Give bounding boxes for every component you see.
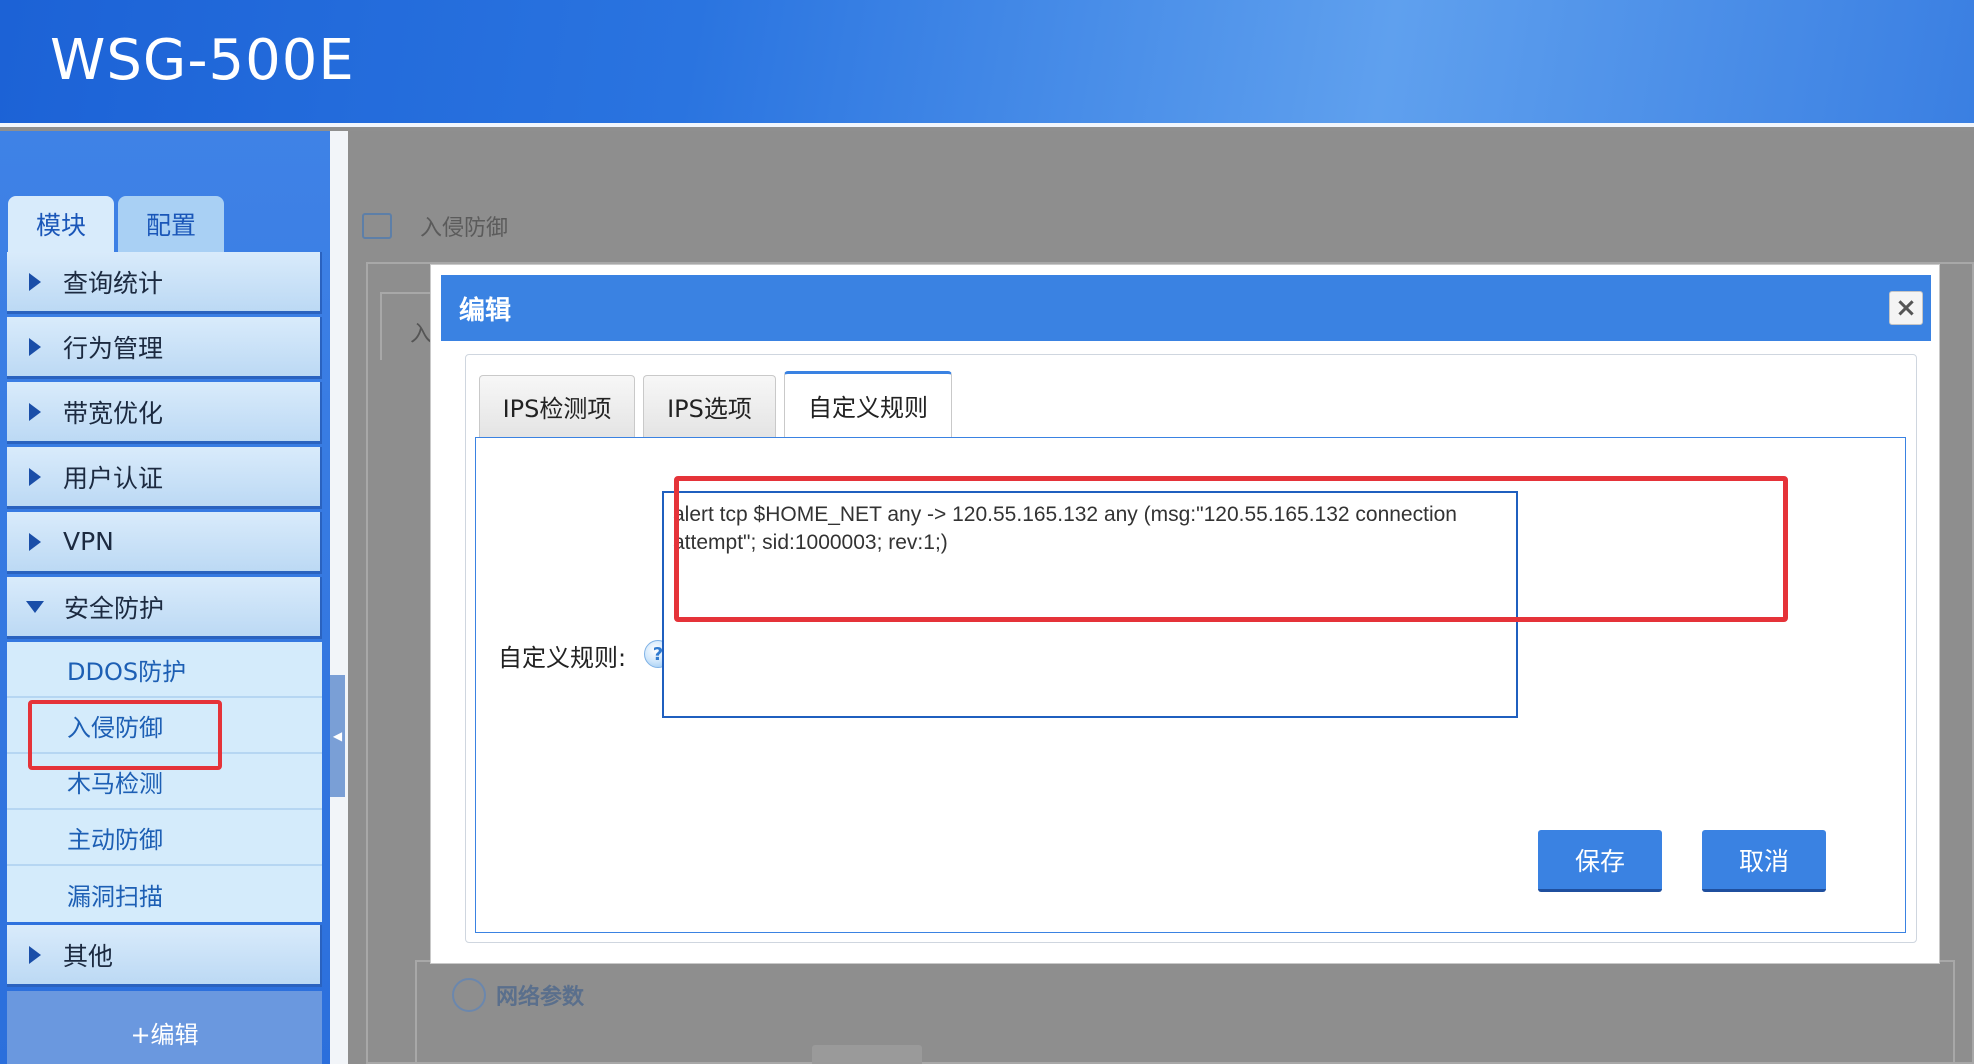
section-title-label: 网络参数 [496,985,585,1010]
expand-arrow-icon [29,532,41,551]
sidebar-tab-config[interactable]: 配置 [118,196,224,252]
dialog-header: 编辑 × [441,275,1931,341]
tab-panel-custom-rules: 自定义规则: ? alert tcp $HOME_NET any -> 120.… [475,437,1906,933]
shield-check-icon [362,213,392,239]
collapse-sidebar-handle[interactable]: ◀ [330,675,345,797]
sidebar-item-bandwidth[interactable]: 带宽优化 [7,382,322,444]
sidebar-subitem-ips[interactable]: 入侵防御 [7,698,322,770]
sidebar-item-label: 行为管理 [63,333,164,363]
sidebar-item-vpn[interactable]: VPN [7,512,322,574]
sidebar-item-label: 用户认证 [63,463,164,493]
sidebar-subitem-vuln-scan[interactable]: 漏洞扫描 [7,866,322,922]
sidebar-splitter [330,131,348,1064]
breadcrumb-label: 入侵防御 [420,216,509,241]
expand-arrow-icon [29,467,41,486]
sidebar-item-behavior[interactable]: 行为管理 [7,317,322,379]
product-logo: WSG-500E [50,28,355,93]
sidebar-subitem-ddos[interactable]: DDOS防护 [7,642,322,698]
expand-arrow-icon [29,402,41,421]
close-button[interactable]: × [1889,291,1923,325]
tab-custom-rules[interactable]: 自定义规则 [784,371,952,437]
custom-rule-label: 自定义规则: [498,644,627,672]
breadcrumb: 入侵防御 [362,210,508,242]
tab-ips-detection[interactable]: IPS检测项 [479,375,635,437]
security-submenu: DDOS防护 入侵防御 木马检测 主动防御 漏洞扫描 [7,642,322,922]
expand-arrow-icon [29,945,41,964]
sidebar-item-label: 安全防护 [64,593,165,623]
sidebar-edit-button[interactable]: +编辑 [7,991,322,1064]
sidebar-tab-module[interactable]: 模块 [8,196,114,252]
custom-rule-textarea[interactable]: alert tcp $HOME_NET any -> 120.55.165.13… [662,491,1518,718]
sidebar-item-label: 查询统计 [63,268,164,298]
network-params-section [415,960,1955,1064]
section-title: 网络参数 [452,978,584,1012]
cancel-button[interactable]: 取消 [1702,830,1826,892]
sidebar-item-user-auth[interactable]: 用户认证 [7,447,322,509]
sidebar-item-query-stats[interactable]: 查询统计 [7,252,322,314]
sidebar-subitem-active-defense[interactable]: 主动防御 [7,810,322,866]
sidebar-subitem-trojan[interactable]: 木马检测 [7,754,322,810]
expand-arrow-icon [29,337,41,356]
save-button[interactable]: 保存 [1538,830,1662,892]
dialog-title: 编辑 [459,295,512,326]
collapse-arrow-icon [26,600,44,613]
app-header: WSG-500E [0,0,1974,127]
expand-arrow-icon [29,272,41,291]
sidebar-item-label: VPN [63,527,114,556]
users-icon [452,978,486,1012]
sidebar-menu: 查询统计 行为管理 带宽优化 用户认证 VPN 安全防护 DDOS防护 入侵防御… [7,252,322,990]
sidebar-item-label: 其他 [63,941,114,971]
sidebar-item-security[interactable]: 安全防护 [7,577,322,639]
sidebar-item-other[interactable]: 其他 [7,925,322,987]
dialog-body: IPS检测项 IPS选项 自定义规则 自定义规则: ? alert tcp $H… [465,354,1917,943]
background-field [812,1045,922,1064]
tab-ips-options[interactable]: IPS选项 [643,375,776,437]
sidebar-item-label: 带宽优化 [63,398,164,428]
